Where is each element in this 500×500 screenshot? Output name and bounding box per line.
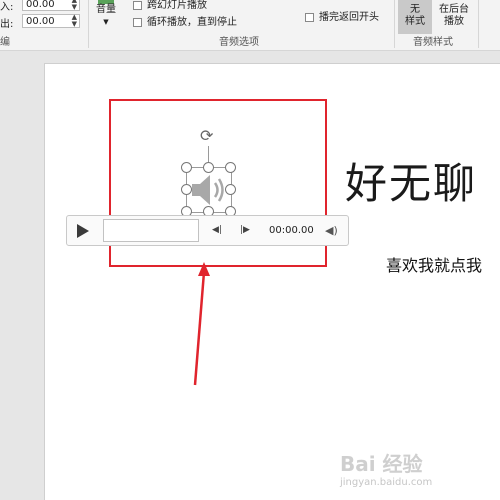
annotation-arrow: [193, 262, 210, 386]
watermark: Bai 经验 jingyan.baidu.com: [340, 448, 432, 488]
watermark-brand: Bai 经验: [340, 452, 423, 476]
watermark-site: jingyan.baidu.com: [340, 477, 433, 488]
